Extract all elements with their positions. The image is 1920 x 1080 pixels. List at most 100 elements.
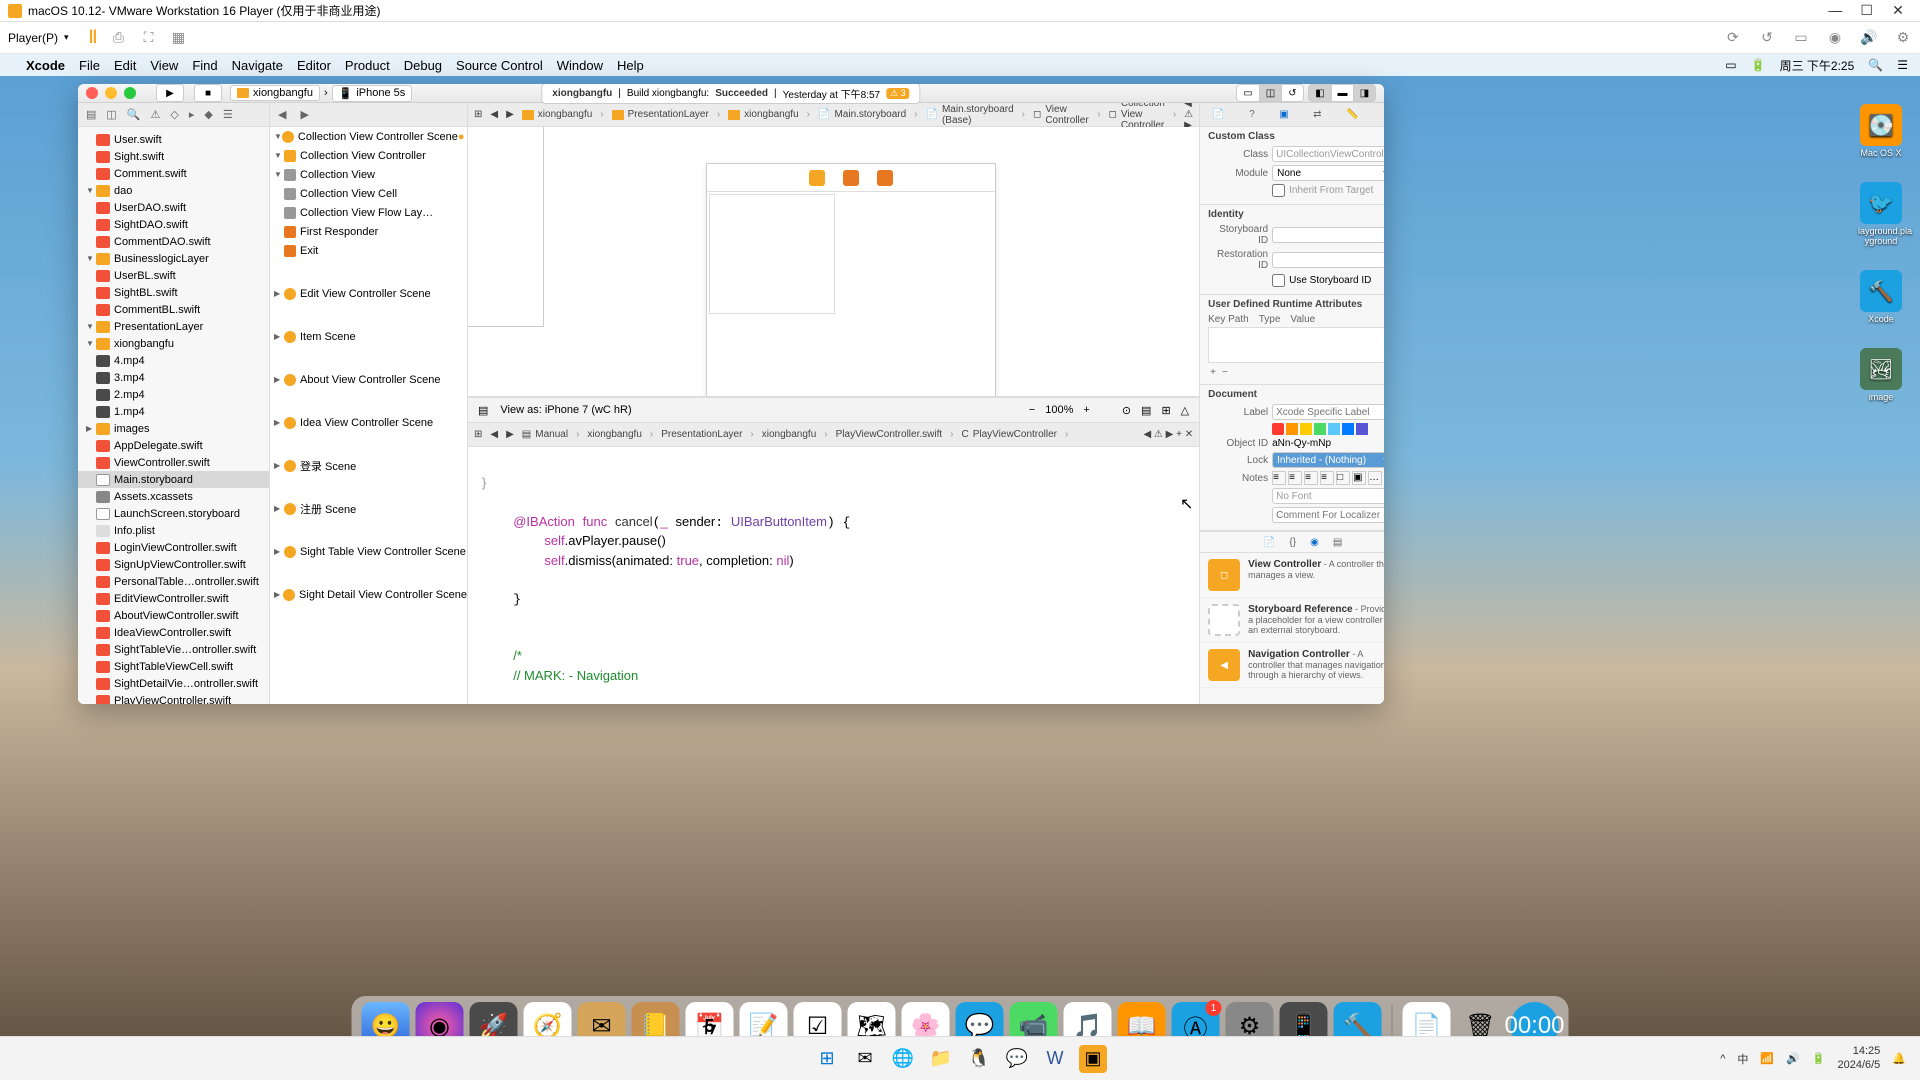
menu-navigate[interactable]: Navigate [232, 58, 283, 73]
usb-icon[interactable]: ⟳ [1724, 29, 1742, 47]
disk-icon[interactable]: ▭ [1792, 29, 1810, 47]
find-nav-icon[interactable]: 🔍 [127, 108, 141, 121]
class-input[interactable] [1272, 146, 1384, 162]
help-inspector-icon[interactable]: ? [1249, 109, 1255, 120]
scene-outline-tree[interactable]: ▼Collection View Controller Scene●▼Colle… [270, 127, 467, 704]
tray-chevron-icon[interactable]: ^ [1720, 1053, 1725, 1065]
minimize-button[interactable]: — [1821, 2, 1849, 18]
assistant-editor-button[interactable]: ◫ [1259, 85, 1281, 101]
tray-wifi-icon[interactable]: 📶 [1760, 1052, 1774, 1065]
color-swatch[interactable] [1272, 423, 1284, 435]
back-icon[interactable]: ◀ [490, 429, 498, 440]
left-pane-button[interactable]: ◧ [1309, 85, 1331, 101]
related-icon[interactable]: ⊞ [474, 109, 482, 120]
issue-nav-icon[interactable]: ⚠ [151, 108, 161, 121]
outline-item[interactable]: ▶Sight Detail View Controller Scene [270, 585, 467, 604]
file-tree-item[interactable]: UserDAO.swift [78, 199, 269, 216]
forward-icon[interactable]: ▶ [506, 109, 514, 120]
outline-item[interactable]: First Responder [270, 222, 467, 241]
outline-item[interactable]: ▶Idea View Controller Scene [270, 413, 467, 432]
taskbar-edge[interactable]: 🌐 [889, 1045, 917, 1073]
menu-debug[interactable]: Debug [404, 58, 442, 73]
file-tree-item[interactable]: SightDetailVie…ontroller.swift [78, 675, 269, 692]
forward-icon[interactable]: ▶ [506, 429, 514, 440]
pin-icon[interactable]: ⊞ [1161, 404, 1170, 417]
code-snippet-lib-icon[interactable]: {} [1289, 537, 1296, 548]
project-nav-icon[interactable]: ▤ [86, 108, 96, 121]
lock-select[interactable]: Inherited - (Nothing) [1272, 452, 1384, 468]
taskbar-start[interactable]: ⊞ [813, 1045, 841, 1073]
scheme-selector[interactable]: xiongbangfu [230, 85, 320, 101]
bottom-pane-button[interactable]: ▬ [1331, 85, 1353, 101]
file-tree-item[interactable]: 3.mp4 [78, 369, 269, 386]
file-tree-item[interactable]: 1.mp4 [78, 403, 269, 420]
run-button[interactable]: ▶ [156, 84, 184, 102]
doc-outline-toggle[interactable]: ▤ [478, 404, 488, 417]
size-inspector-icon[interactable]: 📏 [1346, 109, 1358, 120]
file-tree-item[interactable]: Comment.swift [78, 165, 269, 182]
warning-badge[interactable]: ⚠ 3 [886, 88, 910, 99]
test-nav-icon[interactable]: ◇ [170, 108, 178, 121]
file-tree-item[interactable]: ▶images [78, 420, 269, 437]
unity-icon[interactable]: ▦ [170, 29, 188, 47]
outline-item[interactable]: ▶登录 Scene [270, 456, 467, 475]
use-sbid-checkbox[interactable] [1272, 274, 1285, 287]
connections-inspector-icon[interactable]: → [1383, 109, 1384, 120]
outline-item[interactable]: Exit [270, 241, 467, 260]
project-file-tree[interactable]: User.swiftSight.swiftComment.swift▼daoUs… [78, 127, 269, 704]
taskbar-vmware[interactable]: ▣ [1079, 1045, 1107, 1073]
symbol-nav-icon[interactable]: ◫ [106, 108, 116, 121]
assistant-jump-bar[interactable]: ⊞ ◀ ▶ ▤ Manual xiongbangfu PresentationL… [468, 423, 1199, 447]
object-lib-icon[interactable]: ◉ [1310, 537, 1319, 548]
tray-clock[interactable]: 14:252024/6/5 [1837, 1045, 1880, 1071]
file-inspector-icon[interactable]: 📄 [1212, 109, 1224, 120]
battery-icon[interactable]: 🔋 [1751, 58, 1766, 72]
outline-item[interactable]: ▶Sight Table View Controller Scene [270, 542, 467, 561]
outline-item[interactable]: ▶About View Controller Scene [270, 370, 467, 389]
file-tree-item[interactable]: User.swift [78, 131, 269, 148]
stop-button[interactable]: ■ [194, 84, 222, 102]
first-responder-icon[interactable] [843, 170, 859, 186]
file-tree-item[interactable]: SightTableViewCell.swift [78, 658, 269, 675]
embed-icon[interactable]: ⊙ [1122, 404, 1131, 417]
file-tree-item[interactable]: LoginViewController.swift [78, 539, 269, 556]
taskbar-explorer[interactable]: 📁 [927, 1045, 955, 1073]
identity-inspector-icon[interactable]: ▣ [1279, 109, 1288, 120]
menu-find[interactable]: Find [192, 58, 217, 73]
udra-table[interactable] [1208, 327, 1384, 363]
debug-nav-icon[interactable]: ▸ [189, 108, 195, 121]
file-tree-item[interactable]: ▼dao [78, 182, 269, 199]
outline-item[interactable]: Collection View Flow Lay… [270, 203, 467, 222]
vc-identity-icon[interactable] [809, 170, 825, 186]
menu-edit[interactable]: Edit [114, 58, 136, 73]
file-tree-item[interactable]: CommentBL.swift [78, 301, 269, 318]
player-menu[interactable]: Player(P) [8, 31, 69, 45]
file-tree-item[interactable]: LaunchScreen.storyboard [78, 505, 269, 522]
outline-item[interactable]: ▶Edit View Controller Scene [270, 284, 467, 303]
outline-item[interactable]: ▶Item Scene [270, 327, 467, 346]
taskbar-word[interactable]: W [1041, 1045, 1069, 1073]
file-tree-item[interactable]: ▼xiongbangfu [78, 335, 269, 352]
net-icon[interactable]: ↺ [1758, 29, 1776, 47]
canvas-collection-vc[interactable] [706, 163, 996, 397]
resolve-icon[interactable]: △ [1181, 404, 1189, 417]
outline-item[interactable]: ▶注册 Scene [270, 499, 467, 518]
font-display[interactable] [1272, 488, 1384, 504]
report-nav-icon[interactable]: ☰ [223, 108, 233, 121]
library-item-sbref[interactable]: ◻Storyboard Reference - Provides a place… [1200, 598, 1384, 643]
file-template-lib-icon[interactable]: 📄 [1263, 537, 1275, 548]
desktop-icon-macosx[interactable]: 💽Mac OS X [1858, 104, 1904, 158]
outline-item[interactable]: ▼Collection View [270, 165, 467, 184]
menu-view[interactable]: View [150, 58, 178, 73]
close-button[interactable] [86, 87, 98, 99]
storyboard-id-input[interactable] [1272, 227, 1384, 243]
desktop-icon-image[interactable]: 🏞image [1858, 348, 1904, 402]
fullscreen-icon[interactable]: ⛶ [140, 29, 158, 47]
menu-window[interactable]: Window [557, 58, 603, 73]
tools-icon[interactable]: ⚙ [1894, 29, 1912, 47]
exit-icon[interactable] [877, 170, 893, 186]
media-lib-icon[interactable]: ▤ [1333, 537, 1342, 548]
file-tree-item[interactable]: 2.mp4 [78, 386, 269, 403]
ib-canvas[interactable]: r [468, 127, 1199, 397]
file-tree-item[interactable]: AboutViewController.swift [78, 607, 269, 624]
